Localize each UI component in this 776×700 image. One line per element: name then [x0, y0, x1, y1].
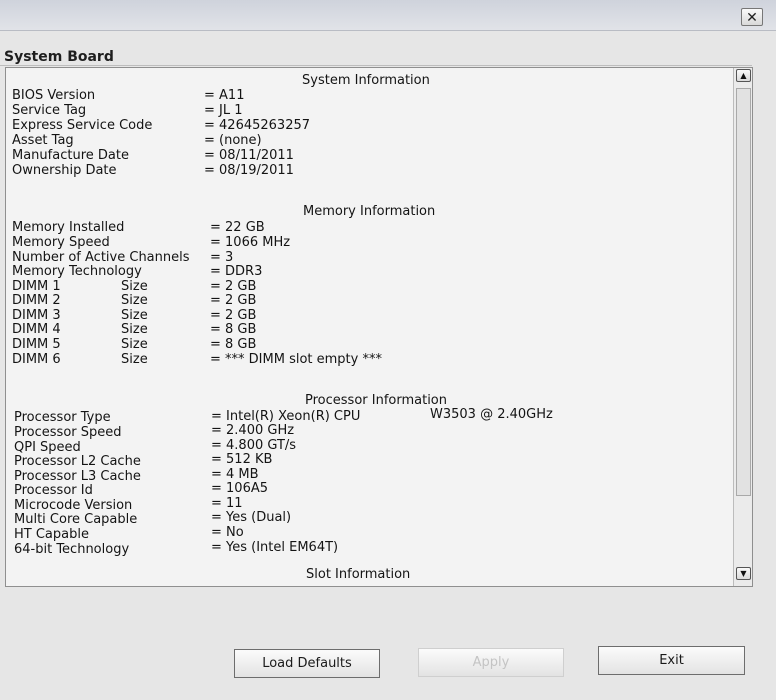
scroll-thumb[interactable] — [736, 88, 751, 496]
dimm-sub-label: Size — [121, 352, 148, 367]
row-label: Multi Core Capable — [14, 512, 138, 527]
row-value: = Yes (Dual) — [211, 510, 292, 525]
row-label: Memory Installed — [12, 220, 125, 235]
dimm-value: = 2 GB — [210, 293, 257, 308]
row-label: Ownership Date — [12, 163, 117, 178]
row-label: Processor Id — [14, 483, 93, 498]
row-value: = 08/11/2011 — [204, 148, 294, 163]
row-value: = 22 GB — [210, 220, 265, 235]
row-label: Microcode Version — [14, 498, 133, 513]
dimm-value: = 2 GB — [210, 308, 257, 323]
memory-information-heading: Memory Information — [303, 204, 436, 219]
row-label: 64-bit Technology — [14, 542, 130, 557]
dimm-label: DIMM 6 — [12, 352, 61, 367]
dimm-sub-label: Size — [121, 308, 148, 323]
row-value: = 512 KB — [211, 452, 273, 467]
row-value: = A11 — [204, 88, 245, 103]
dimm-sub-label: Size — [121, 337, 148, 352]
apply-button[interactable]: Apply — [418, 648, 564, 677]
dimm-sub-label: Size — [121, 279, 148, 294]
row-value: = 11 — [211, 496, 243, 511]
close-icon[interactable]: ✕ — [741, 8, 763, 26]
dimm-value: = 8 GB — [210, 322, 257, 337]
row-value: = 4 MB — [211, 467, 259, 482]
row-value-extra: W3503 @ 2.40GHz — [430, 407, 553, 422]
dimm-value: = 2 GB — [210, 279, 257, 294]
row-label: HT Capable — [14, 527, 89, 542]
row-label: Memory Speed — [12, 235, 110, 250]
dimm-label: DIMM 2 — [12, 293, 61, 308]
row-label: Asset Tag — [12, 133, 74, 148]
row-value: = (none) — [204, 133, 262, 148]
row-label: Manufacture Date — [12, 148, 129, 163]
dimm-label: DIMM 1 — [12, 279, 61, 294]
dimm-label: DIMM 5 — [12, 337, 61, 352]
dimm-sub-label: Size — [121, 293, 148, 308]
row-label: BIOS Version — [12, 88, 96, 103]
row-value: = 1066 MHz — [210, 235, 291, 250]
info-content: System Information BIOS Version = A11 Se… — [6, 68, 733, 586]
row-value: = 3 — [210, 250, 234, 265]
row-value: = Yes (Intel EM64T) — [211, 540, 339, 555]
info-panel: System Information BIOS Version = A11 Se… — [5, 67, 753, 587]
exit-button[interactable]: Exit — [598, 646, 745, 675]
scroll-up-icon[interactable]: ▲ — [736, 69, 751, 82]
row-value: = 106A5 — [211, 481, 269, 496]
vertical-scrollbar[interactable]: ▲ ▼ — [733, 68, 752, 586]
title-divider — [0, 65, 752, 66]
page-title: System Board — [4, 49, 114, 65]
row-value: = 4.800 GT/s — [211, 438, 297, 453]
row-value: = JL 1 — [204, 103, 243, 118]
row-label: Processor Speed — [14, 425, 122, 440]
slot-information-heading: Slot Information — [306, 567, 411, 582]
dimm-sub-label: Size — [121, 322, 148, 337]
window-title-bar: ✕ — [0, 0, 776, 31]
processor-information-heading: Processor Information — [305, 393, 447, 408]
row-label: Memory Technology — [12, 264, 142, 279]
row-label: Service Tag — [12, 103, 87, 118]
row-label: Processor Type — [14, 410, 111, 425]
load-defaults-button[interactable]: Load Defaults — [234, 649, 380, 678]
row-label: Number of Active Channels — [12, 250, 190, 265]
row-value: = No — [211, 525, 244, 540]
row-label: Express Service Code — [12, 118, 153, 133]
dimm-value: = *** DIMM slot empty *** — [210, 352, 382, 367]
row-value: = 08/19/2011 — [204, 163, 294, 178]
dimm-label: DIMM 3 — [12, 308, 61, 323]
scroll-down-icon[interactable]: ▼ — [736, 567, 751, 580]
system-information-heading: System Information — [302, 73, 430, 88]
row-label: QPI Speed — [14, 440, 81, 455]
dimm-value: = 8 GB — [210, 337, 257, 352]
row-value: = DDR3 — [210, 264, 263, 279]
row-label: Processor L2 Cache — [14, 454, 141, 469]
row-label: Processor L3 Cache — [14, 469, 141, 484]
row-value: = Intel(R) Xeon(R) CPU — [211, 409, 361, 424]
dimm-label: DIMM 4 — [12, 322, 61, 337]
row-value: = 2.400 GHz — [211, 423, 295, 438]
row-value: = 42645263257 — [204, 118, 311, 133]
